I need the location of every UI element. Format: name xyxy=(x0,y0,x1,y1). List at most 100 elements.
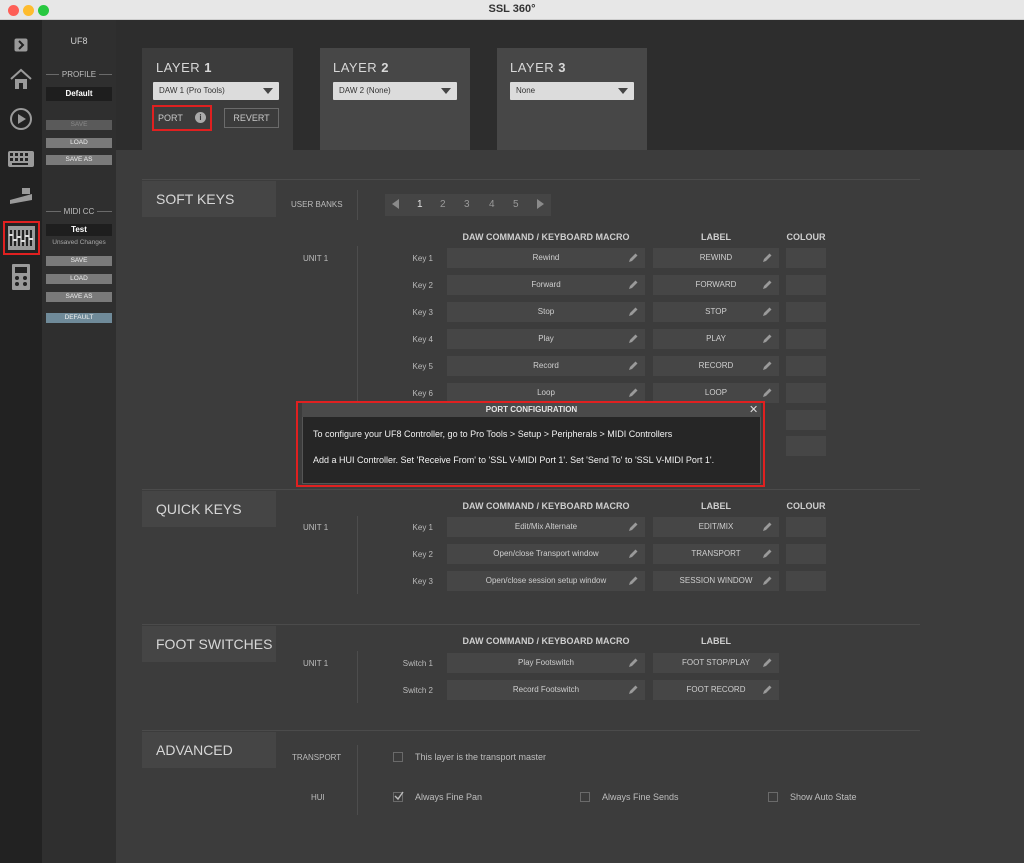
profile-save-as-button[interactable]: SAVE AS xyxy=(46,155,112,165)
midi-save-as-button[interactable]: SAVE AS xyxy=(46,292,112,302)
midi-cc-name[interactable]: Test xyxy=(46,224,112,236)
command-field[interactable]: Play Footswitch xyxy=(447,653,645,673)
command-field[interactable]: Forward xyxy=(447,275,645,295)
colour-swatch[interactable] xyxy=(786,383,826,403)
colour-swatch[interactable] xyxy=(786,302,826,322)
fine-sends-checkbox[interactable] xyxy=(580,792,590,802)
bank-5[interactable]: 5 xyxy=(513,199,519,210)
edit-pencil-icon[interactable] xyxy=(627,306,639,318)
tab-layer-3[interactable]: LAYER 3 None xyxy=(497,48,647,150)
midi-load-button[interactable]: LOAD xyxy=(46,274,112,284)
transport-master-checkbox[interactable] xyxy=(393,752,403,762)
edit-pencil-icon[interactable] xyxy=(627,684,639,696)
label-text: FOOT STOP/PLAY xyxy=(681,658,751,667)
colour-swatch[interactable] xyxy=(786,517,826,537)
command-field[interactable]: Edit/Mix Alternate xyxy=(447,517,645,537)
edit-pencil-icon[interactable] xyxy=(627,279,639,291)
edit-pencil-icon[interactable] xyxy=(627,521,639,533)
edit-pencil-icon[interactable] xyxy=(627,657,639,669)
fine-pan-checkbox[interactable] xyxy=(393,791,404,802)
profile-save-button[interactable]: SAVE xyxy=(46,120,112,130)
label-field[interactable]: SESSION WINDOW xyxy=(653,571,779,591)
colour-swatch[interactable] xyxy=(786,436,826,456)
label-field[interactable]: REWIND xyxy=(653,248,779,268)
key-label: Key 1 xyxy=(412,523,433,532)
label-text: RECORD xyxy=(698,361,734,370)
colour-swatch[interactable] xyxy=(786,275,826,295)
colour-swatch[interactable] xyxy=(786,248,826,268)
uc1-icon[interactable] xyxy=(8,264,34,290)
revert-button[interactable]: REVERT xyxy=(224,108,279,128)
info-icon[interactable]: i xyxy=(195,112,206,123)
edit-pencil-icon[interactable] xyxy=(761,657,773,669)
edit-pencil-icon[interactable] xyxy=(761,684,773,696)
expand-icon[interactable] xyxy=(8,32,34,58)
bank-prev-icon[interactable] xyxy=(392,199,399,209)
command-text: Stop xyxy=(537,307,555,316)
tab-layer-1[interactable]: LAYER 1 DAW 1 (Pro Tools) PORT i REVERT xyxy=(142,48,293,150)
bank-3[interactable]: 3 xyxy=(464,199,470,210)
edit-pencil-icon[interactable] xyxy=(627,548,639,560)
edit-pencil-icon[interactable] xyxy=(761,279,773,291)
colour-swatch[interactable] xyxy=(786,356,826,376)
bank-next-icon[interactable] xyxy=(537,199,544,209)
tab-layer-2[interactable]: LAYER 2 DAW 2 (None) xyxy=(320,48,470,150)
edit-pencil-icon[interactable] xyxy=(761,521,773,533)
layer-3-daw-select[interactable]: None xyxy=(510,82,634,100)
midi-default-button[interactable]: DEFAULT xyxy=(46,313,112,323)
edit-pencil-icon[interactable] xyxy=(761,387,773,399)
auto-state-checkbox[interactable] xyxy=(768,792,778,802)
label-field[interactable]: EDIT/MIX xyxy=(653,517,779,537)
edit-pencil-icon[interactable] xyxy=(761,306,773,318)
profile-name[interactable]: Default xyxy=(46,87,112,101)
command-field[interactable]: Record xyxy=(447,356,645,376)
bank-1[interactable]: 1 xyxy=(417,199,423,210)
controller-icon[interactable] xyxy=(8,184,34,210)
edit-pencil-icon[interactable] xyxy=(761,575,773,587)
edit-pencil-icon[interactable] xyxy=(627,575,639,587)
colour-swatch[interactable] xyxy=(786,410,826,430)
keyboard-icon[interactable] xyxy=(8,146,34,172)
label-field[interactable]: PLAY xyxy=(653,329,779,349)
label-field[interactable]: RECORD xyxy=(653,356,779,376)
device-name: UF8 xyxy=(70,36,88,46)
edit-pencil-icon[interactable] xyxy=(627,333,639,345)
label-field[interactable]: FOOT RECORD xyxy=(653,680,779,700)
layer-1-daw-select[interactable]: DAW 1 (Pro Tools) xyxy=(153,82,279,100)
command-field[interactable]: Loop xyxy=(447,383,645,403)
edit-pencil-icon[interactable] xyxy=(627,252,639,264)
command-field[interactable]: Rewind xyxy=(447,248,645,268)
label-field[interactable]: TRANSPORT xyxy=(653,544,779,564)
chevron-down-icon xyxy=(618,88,628,94)
label-field[interactable]: FORWARD xyxy=(653,275,779,295)
edit-pencil-icon[interactable] xyxy=(627,360,639,372)
edit-pencil-icon[interactable] xyxy=(761,360,773,372)
edit-pencil-icon[interactable] xyxy=(761,548,773,560)
plugin-icon[interactable] xyxy=(8,106,34,132)
colour-swatch[interactable] xyxy=(786,544,826,564)
colour-swatch[interactable] xyxy=(786,329,826,349)
bank-4[interactable]: 4 xyxy=(489,199,495,210)
port-button[interactable]: PORT xyxy=(158,110,183,126)
profile-load-button[interactable]: LOAD xyxy=(46,138,112,148)
label-field[interactable]: LOOP xyxy=(653,383,779,403)
colour-swatch[interactable] xyxy=(786,571,826,591)
label-field[interactable]: FOOT STOP/PLAY xyxy=(653,653,779,673)
command-field[interactable]: Open/close Transport window xyxy=(447,544,645,564)
edit-pencil-icon[interactable] xyxy=(761,252,773,264)
label-text: PLAY xyxy=(706,334,726,343)
command-field[interactable]: Stop xyxy=(447,302,645,322)
transport-label: TRANSPORT xyxy=(292,753,342,762)
command-field[interactable]: Record Footswitch xyxy=(447,680,645,700)
home-icon[interactable] xyxy=(8,66,34,92)
command-field[interactable]: Open/close session setup window xyxy=(447,571,645,591)
midi-save-button[interactable]: SAVE xyxy=(46,256,112,266)
command-field[interactable]: Play xyxy=(447,329,645,349)
edit-pencil-icon[interactable] xyxy=(627,387,639,399)
bank-2[interactable]: 2 xyxy=(440,199,446,210)
layer-2-daw-select[interactable]: DAW 2 (None) xyxy=(333,82,457,100)
close-icon[interactable]: ✕ xyxy=(749,403,758,417)
edit-pencil-icon[interactable] xyxy=(761,333,773,345)
label-field[interactable]: STOP xyxy=(653,302,779,322)
uf8-mixer-nav[interactable] xyxy=(3,221,40,255)
